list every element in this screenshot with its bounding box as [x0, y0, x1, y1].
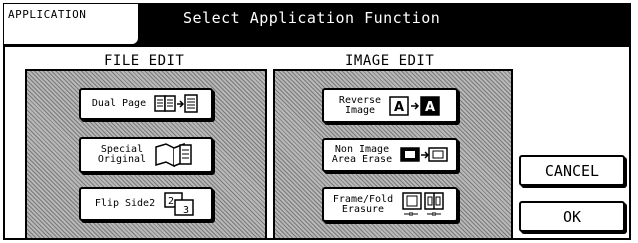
svg-text:A: A: [425, 100, 435, 115]
flip-side2-label: Flip Side2: [94, 198, 156, 209]
reverse-image-button[interactable]: Reverse Image A A: [322, 88, 458, 123]
ok-button[interactable]: OK: [519, 201, 625, 232]
svg-text:3: 3: [183, 205, 189, 216]
reverse-a-icon: A A: [389, 95, 440, 116]
non-image-area-erase-label: Non Image Area Erase: [331, 144, 393, 165]
flip-side2-button[interactable]: Flip Side2 2 3: [79, 187, 213, 221]
two-sided-flip-icon: 2 3: [164, 192, 194, 216]
ok-label: OK: [562, 207, 582, 226]
book-to-page-icon: [154, 94, 198, 113]
frame-fold-erasure-button[interactable]: Frame/Fold Erasure: [322, 187, 458, 222]
cancel-button[interactable]: CANCEL: [519, 155, 625, 186]
area-erase-icon: [400, 147, 448, 162]
application-screen: Select Application Function APPLICATION …: [0, 0, 638, 243]
application-tab[interactable]: APPLICATION: [4, 4, 138, 44]
dual-page-label: Dual Page: [91, 98, 147, 109]
special-original-button[interactable]: Special Original: [79, 137, 213, 173]
open-book-icon: [155, 142, 192, 168]
application-tab-label: APPLICATION: [8, 8, 87, 21]
special-original-label: Special Original: [97, 144, 147, 165]
screen-title: Select Application Function: [183, 9, 441, 27]
image-edit-title: IMAGE EDIT: [345, 53, 435, 69]
file-edit-title: FILE EDIT: [104, 53, 185, 69]
svg-text:A: A: [394, 100, 404, 115]
cancel-label: CANCEL: [544, 161, 600, 180]
non-image-area-erase-button[interactable]: Non Image Area Erase: [322, 138, 458, 172]
svg-text:2: 2: [168, 196, 174, 207]
reverse-image-label: Reverse Image: [338, 94, 382, 116]
frame-fold-icon: [402, 191, 444, 216]
frame-fold-erasure-label: Frame/Fold Erasure: [332, 193, 394, 215]
dual-page-button[interactable]: Dual Page: [79, 88, 213, 120]
